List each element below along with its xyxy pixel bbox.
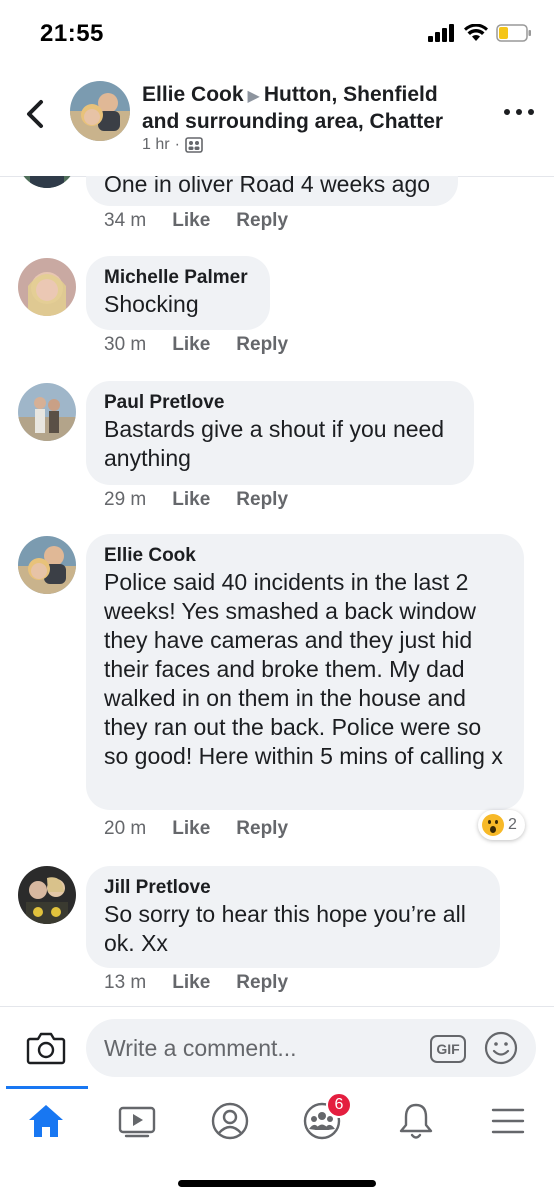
arrow-right-icon: ▶ xyxy=(247,88,260,105)
comment-bubble[interactable]: Ellie Cook Police said 40 incidents in t… xyxy=(86,534,524,810)
comment-actions: 13 m Like Reply xyxy=(104,972,314,994)
comment-bubble[interactable]: One in oliver Road 4 weeks ago xyxy=(86,176,458,206)
commenter-avatar[interactable] xyxy=(18,866,76,924)
reply-button[interactable]: Reply xyxy=(236,334,288,356)
like-button[interactable]: Like xyxy=(172,972,210,994)
like-button[interactable]: Like xyxy=(172,334,210,356)
back-button[interactable] xyxy=(18,94,52,134)
commenter-name[interactable]: Michelle Palmer xyxy=(104,266,252,290)
commenter-avatar[interactable] xyxy=(18,258,76,316)
nav-groups[interactable]: 6 xyxy=(292,1092,352,1146)
meta-separator: · xyxy=(174,136,180,153)
comment-text: One in oliver Road 4 weeks ago xyxy=(104,176,431,197)
comment-text: Bastards give a shout if you need anythi… xyxy=(104,416,445,471)
comment-text: Shocking xyxy=(104,291,199,317)
reply-button[interactable]: Reply xyxy=(236,210,288,232)
gif-button[interactable]: GIF xyxy=(430,1035,466,1063)
battery-icon xyxy=(496,24,531,42)
reply-button[interactable]: Reply xyxy=(236,489,288,511)
status-time: 21:55 xyxy=(40,20,104,47)
commenter-avatar[interactable] xyxy=(18,536,76,594)
bottom-nav: 6 xyxy=(0,1086,554,1200)
comment-time: 34 m xyxy=(104,210,147,231)
comment-time: 13 m xyxy=(104,972,147,993)
notifications-icon xyxy=(399,1103,433,1139)
comment-time: 20 m xyxy=(104,818,147,839)
comment-bubble[interactable]: Jill Pretlove So sorry to hear this hope… xyxy=(86,866,500,968)
commenter-avatar[interactable] xyxy=(18,383,76,441)
comment-time: 30 m xyxy=(104,334,147,355)
author-name[interactable]: Ellie Cook xyxy=(142,83,244,106)
reply-button[interactable]: Reply xyxy=(236,972,288,994)
comment-actions: 29 m Like Reply xyxy=(104,489,314,511)
reply-button[interactable]: Reply xyxy=(236,818,288,840)
more-dot-icon xyxy=(504,109,510,115)
signal-icon xyxy=(428,24,454,42)
more-dot-icon xyxy=(528,109,534,115)
commenter-name[interactable]: Paul Pretlove xyxy=(104,391,456,415)
post-header: Ellie Cook ▶ Hutton, Shenfield and surroun… xyxy=(0,66,554,166)
profile-icon xyxy=(211,1102,249,1140)
comment-time: 29 m xyxy=(104,489,147,510)
home-indicator xyxy=(178,1180,376,1187)
commenter-name[interactable]: Jill Pretlove xyxy=(104,876,482,900)
emoji-button[interactable] xyxy=(484,1031,518,1065)
post-meta: 1 hr · xyxy=(142,136,203,154)
comment-text: So sorry to hear this hope you’re all ok… xyxy=(104,901,466,956)
comment-actions: 34 m Like Reply xyxy=(104,210,314,232)
wow-reaction-icon xyxy=(482,814,504,836)
nav-notifications[interactable] xyxy=(386,1096,446,1146)
comment-text: Police said 40 incidents in the last 2 w… xyxy=(104,569,503,769)
nav-home[interactable] xyxy=(16,1096,76,1146)
wifi-icon xyxy=(464,24,488,41)
author-avatar[interactable] xyxy=(70,81,130,141)
like-button[interactable]: Like xyxy=(172,210,210,232)
post-title[interactable]: Ellie Cook ▶ Hutton, Shenfield and surroun… xyxy=(142,82,472,134)
more-options-button[interactable] xyxy=(504,100,534,124)
nav-menu[interactable] xyxy=(478,1096,538,1146)
reaction-summary[interactable]: 2 xyxy=(478,810,525,840)
camera-button[interactable] xyxy=(26,1029,66,1067)
comment-bubble[interactable]: Paul Pretlove Bastards give a shout if y… xyxy=(86,381,474,485)
group-privacy-icon xyxy=(185,137,203,153)
gif-label: GIF xyxy=(436,1041,460,1057)
emoji-icon xyxy=(484,1031,518,1065)
camera-icon xyxy=(26,1032,66,1065)
home-icon xyxy=(29,1105,63,1137)
more-dot-icon xyxy=(516,109,522,115)
like-button[interactable]: Like xyxy=(172,489,210,511)
comment-bubble[interactable]: Michelle Palmer Shocking xyxy=(86,256,270,330)
chevron-left-icon xyxy=(27,100,43,128)
comment-composer: GIF xyxy=(0,1006,554,1086)
status-bar: 21:55 xyxy=(0,0,554,66)
post-time: 1 hr xyxy=(142,136,170,153)
groups-badge: 6 xyxy=(326,1092,352,1118)
comment-actions: 20 m Like Reply xyxy=(104,818,314,840)
nav-watch[interactable] xyxy=(108,1096,168,1146)
comment-input[interactable] xyxy=(86,1019,536,1077)
watch-icon xyxy=(118,1106,156,1138)
menu-icon xyxy=(491,1108,525,1134)
commenter-avatar[interactable] xyxy=(18,176,76,188)
active-tab-indicator xyxy=(6,1086,88,1089)
status-icons xyxy=(428,24,532,42)
nav-profile[interactable] xyxy=(200,1096,260,1146)
comment-actions: 30 m Like Reply xyxy=(104,334,314,356)
reaction-count: 2 xyxy=(508,816,517,833)
commenter-name[interactable]: Ellie Cook xyxy=(104,544,506,568)
comments-list: One in oliver Road 4 weeks ago 34 m Like… xyxy=(0,176,554,1006)
like-button[interactable]: Like xyxy=(172,818,210,840)
